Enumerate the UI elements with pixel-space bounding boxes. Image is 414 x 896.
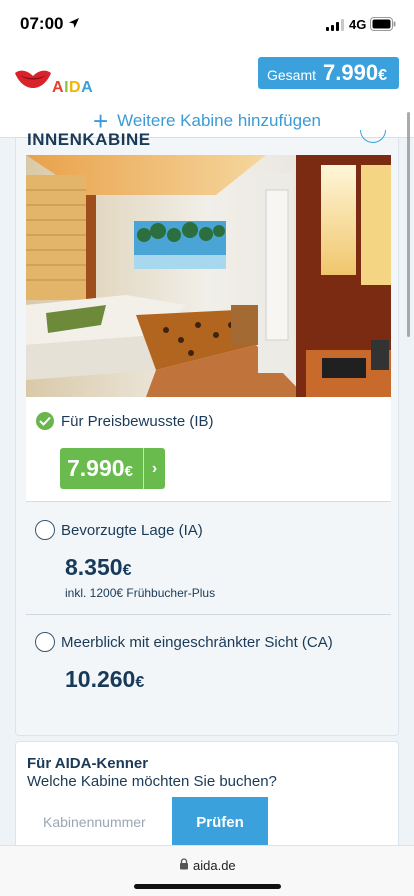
price-button-ib[interactable]: 7.990€ › [60,448,165,489]
total-value: 7.990€ [323,60,387,85]
radio-ia[interactable] [35,520,55,540]
option-ia[interactable]: Bevorzugte Lage (IA) [35,520,203,540]
price-ia-note: inkl. 1200€ Frühbucher-Plus [65,586,216,600]
cabin-number-input[interactable] [27,797,173,847]
battery-icon [370,17,396,31]
price-button-value: 7.990€ [67,455,133,481]
option-divider [26,614,391,615]
aida-logo-text[interactable]: AIDA [52,79,93,97]
check-button[interactable]: Prüfen [172,797,268,847]
option-ia-label: Bevorzugte Lage (IA) [61,521,203,539]
location-arrow-icon [69,18,79,28]
status-time: 07:00 [20,14,64,33]
logo-letter-d: D [69,79,82,96]
total-label: Gesamt [267,66,317,83]
price-ca: 10.260€ [65,666,145,692]
signal-icon [326,19,344,31]
cabin-title: INNENKABINE [27,130,151,149]
url-text: aida.de [193,858,236,873]
chevron-right-icon: › [151,459,158,477]
cabin-photo [26,155,391,397]
option-ib[interactable]: Für Preisbewusste (IB) [36,412,214,430]
collapse-toggle-icon[interactable] [360,130,386,143]
network-type: 4G [349,17,367,32]
lock-icon [180,858,188,870]
option-ib-label: Für Preisbewusste (IB) [61,412,214,430]
check-icon [36,412,54,430]
radio-ca[interactable] [35,632,55,652]
site-header: AIDA Gesamt 7.990€ [0,48,414,104]
total-price-box[interactable]: Gesamt 7.990€ [258,57,399,89]
selected-option-panel: Für Preisbewusste (IB) 7.990€ › [26,155,391,502]
kenner-title: Für AIDA-Kenner [27,755,149,772]
logo-letter-a1: A [52,79,65,96]
add-cabin-label: Weitere Kabine hinzufügen [117,110,321,130]
cabin-card: INNENKABINE Für Preisbewusste (IB) 7.990… [15,130,399,736]
scrollbar[interactable] [407,112,410,337]
status-bar: 07:00 4G [0,0,414,48]
option-ca-label: Meerblick mit eingeschränkter Sicht (CA) [61,633,333,651]
kenner-subtitle: Welche Kabine möchten Sie buchen? [27,773,277,790]
home-indicator[interactable] [134,884,281,889]
browser-url-bar[interactable]: aida.de [0,845,414,896]
option-ca[interactable]: Meerblick mit eingeschränkter Sicht (CA) [35,632,333,652]
aida-kenner-box: Für AIDA-Kenner Welche Kabine möchten Si… [15,741,399,851]
price-ia: 8.350€ [65,554,132,580]
logo-letter-a2: A [81,79,94,96]
